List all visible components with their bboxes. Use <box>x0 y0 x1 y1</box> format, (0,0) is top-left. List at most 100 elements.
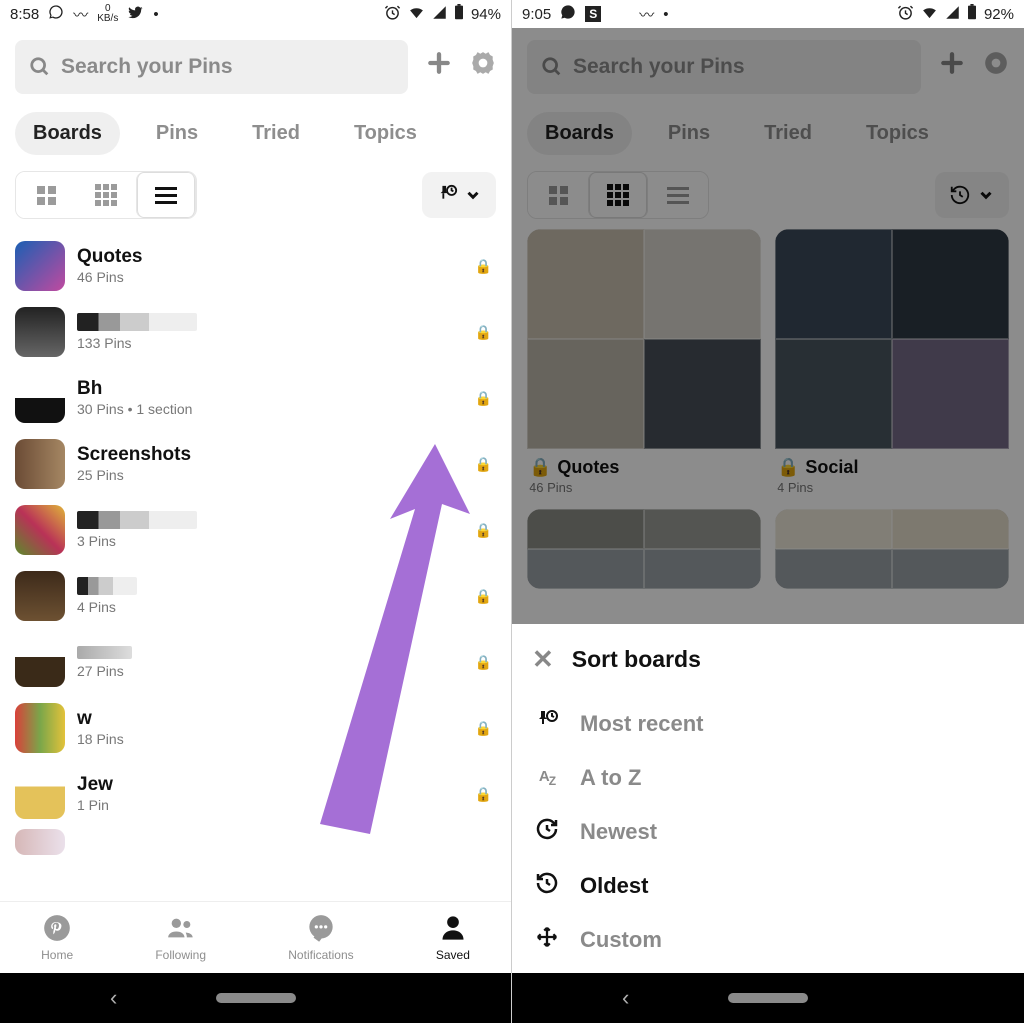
tab-pins[interactable]: Pins <box>138 112 216 155</box>
settings-button[interactable] <box>470 50 496 84</box>
sort-label: Oldest <box>580 873 648 899</box>
pushpin-clock-icon <box>436 184 458 206</box>
person-icon <box>439 914 467 946</box>
add-button[interactable] <box>426 50 452 84</box>
board-title: Quotes <box>77 247 463 268</box>
sort-label: Custom <box>580 927 662 953</box>
lock-icon: 🔒 <box>475 522 496 539</box>
dot-icon: • <box>153 6 158 23</box>
chevron-down-icon <box>464 186 482 204</box>
redacted-title <box>77 577 137 595</box>
profile-tabs: Boards Pins Tried Topics <box>0 104 511 167</box>
status-bar: 9:05 S 〰 • 92% <box>512 0 1024 28</box>
board-title: w <box>77 709 463 730</box>
nav-home[interactable]: Home <box>41 914 73 962</box>
back-button[interactable]: ‹ <box>110 985 117 1011</box>
nav-following[interactable]: Following <box>155 914 206 962</box>
tab-tried[interactable]: Tried <box>234 112 318 155</box>
list-item[interactable]: 133 Pins 🔒 <box>15 299 496 365</box>
clock: 8:58 <box>10 6 39 23</box>
battery-percent: 92% <box>984 6 1014 23</box>
lock-icon: 🔒 <box>475 258 496 275</box>
android-nav: ‹ <box>0 973 511 1023</box>
nav-notifications[interactable]: Notifications <box>288 914 353 962</box>
board-sub: 25 Pins <box>77 467 463 483</box>
alarm-icon <box>897 4 914 25</box>
sort-option-custom[interactable]: Custom <box>532 913 1004 967</box>
board-sub: 3 Pins <box>77 533 463 549</box>
gear-icon <box>470 50 496 76</box>
board-sub: 1 Pin <box>77 797 463 813</box>
redacted-title <box>77 646 132 659</box>
sort-button[interactable] <box>422 172 496 218</box>
view-toggle <box>15 171 197 219</box>
list-item[interactable]: Jew1 Pin🔒 <box>15 761 496 827</box>
twitter-icon <box>127 4 144 25</box>
list-item[interactable]: 4 Pins🔒 <box>15 563 496 629</box>
left-screenshot: 8:58 〰 0KB/s • <box>0 0 512 1023</box>
list-item[interactable]: w18 Pins 🔒 <box>15 695 496 761</box>
plus-icon <box>426 50 452 76</box>
az-icon: AZ <box>532 768 562 788</box>
board-sub: 46 Pins <box>77 269 463 285</box>
lock-icon: 🔒 <box>475 720 496 737</box>
mustache-icon: 〰 <box>639 4 654 25</box>
home-pill[interactable] <box>728 993 808 1003</box>
grid3-icon <box>95 184 117 206</box>
list-item[interactable]: Bh30 Pins • 1 section🔒 <box>15 365 496 431</box>
nav-saved[interactable]: Saved <box>436 914 470 962</box>
board-title: Bh <box>77 379 463 400</box>
sort-label: Newest <box>580 819 657 845</box>
redacted-title <box>77 511 197 529</box>
sort-label: Most recent <box>580 711 703 737</box>
right-screenshot: 9:05 S 〰 • 92% Search your Pins <box>512 0 1024 1023</box>
sort-option-oldest[interactable]: Oldest <box>532 859 1004 913</box>
boards-list[interactable]: Quotes46 Pins 🔒 133 Pins 🔒 Bh30 Pins • 1 s… <box>0 229 511 901</box>
lock-icon: 🔒 <box>475 324 496 341</box>
search-icon <box>29 56 51 78</box>
pinterest-icon <box>43 914 71 946</box>
bottom-nav: Home Following Notifications Saved <box>0 901 511 973</box>
sort-option-a-to-z[interactable]: AZ A to Z <box>532 751 1004 805</box>
status-bar: 8:58 〰 0KB/s • <box>0 0 511 28</box>
sheet-title: Sort boards <box>572 646 701 673</box>
mustache-icon: 〰 <box>73 4 88 25</box>
board-sub: 18 Pins <box>77 731 463 747</box>
sort-option-newest[interactable]: Newest <box>532 805 1004 859</box>
sort-option-most-recent[interactable]: Most recent <box>532 697 1004 751</box>
list-item[interactable]: 27 Pins🔒 <box>15 629 496 695</box>
list-item[interactable]: Screenshots25 Pins🔒 <box>15 431 496 497</box>
app-icon: S <box>585 6 601 22</box>
view-list[interactable] <box>136 172 196 218</box>
home-pill[interactable] <box>216 993 296 1003</box>
speech-icon <box>307 914 335 946</box>
board-sub: 27 Pins <box>77 663 463 679</box>
nav-label: Following <box>155 948 206 962</box>
data-icon: 0KB/s <box>97 4 118 24</box>
search-placeholder: Search your Pins <box>61 55 233 79</box>
search-input[interactable]: Search your Pins <box>15 40 408 94</box>
list-item[interactable] <box>15 827 496 857</box>
wifi-icon <box>921 4 938 25</box>
clock-back-icon <box>532 871 562 901</box>
view-large-grid[interactable] <box>16 172 76 218</box>
whatsapp-icon <box>560 4 576 24</box>
move-icon <box>532 926 562 954</box>
list-item[interactable]: Quotes46 Pins 🔒 <box>15 233 496 299</box>
tab-topics[interactable]: Topics <box>336 112 435 155</box>
list-icon <box>155 187 177 204</box>
board-title: Screenshots <box>77 445 463 466</box>
alarm-icon <box>384 4 401 25</box>
list-item[interactable]: 3 Pins 🔒 <box>15 497 496 563</box>
battery-icon <box>967 4 977 24</box>
android-nav: ‹ <box>512 973 1024 1023</box>
board-sub: 133 Pins <box>77 335 463 351</box>
clock-forward-icon <box>532 817 562 847</box>
view-small-grid[interactable] <box>76 172 136 218</box>
redacted-title <box>77 313 197 331</box>
dot-icon: • <box>663 6 668 23</box>
close-button[interactable]: ✕ <box>532 644 554 675</box>
back-button[interactable]: ‹ <box>622 985 629 1011</box>
tab-boards[interactable]: Boards <box>15 112 120 155</box>
board-sub: 30 Pins • 1 section <box>77 401 463 417</box>
